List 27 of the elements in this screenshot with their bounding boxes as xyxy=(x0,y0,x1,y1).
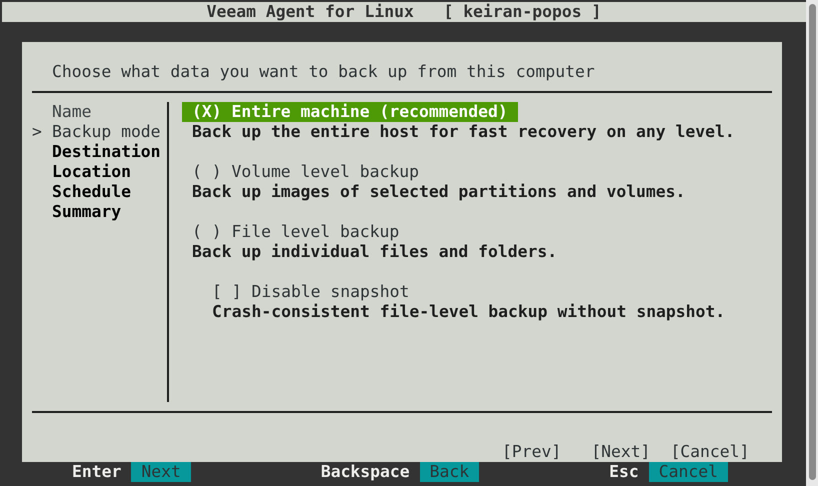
wizard-step[interactable]: Destination xyxy=(32,142,161,162)
option-description: Crash-consistent file-level backup without snapshot. xyxy=(211,302,726,322)
shortcut-action[interactable]: Cancel xyxy=(648,462,728,482)
scrollbar[interactable] xyxy=(806,0,818,486)
radio-option[interactable]: (X) Entire machine (recommended) xyxy=(182,102,518,122)
shortcut-key: Backspace xyxy=(320,462,410,482)
shortcut-action[interactable]: Next xyxy=(131,462,191,482)
wizard-step[interactable]: Schedule xyxy=(32,182,131,202)
wizard-step[interactable]: Name xyxy=(32,102,92,122)
scrollbar-thumb[interactable] xyxy=(808,4,816,480)
option-description: Back up images of selected partitions and volumes. xyxy=(191,182,686,202)
dialog-button[interactable]: [Cancel] xyxy=(670,442,750,462)
option-description: Back up individual files and folders. xyxy=(191,242,558,262)
shortcut-action[interactable]: Back xyxy=(420,462,480,482)
option-description: Back up the entire host for fast recovery on any level. xyxy=(191,122,735,142)
window-title: Veeam Agent for Linux [ keiran-popos ] xyxy=(206,2,602,22)
shortcut-key: Enter xyxy=(72,462,122,482)
wizard-step[interactable]: > Backup mode xyxy=(32,122,161,142)
dialog-button[interactable]: [Prev] xyxy=(502,442,562,462)
checkbox-option[interactable]: [ ] Disable snapshot xyxy=(202,282,420,302)
wizard-step[interactable]: Summary xyxy=(32,202,122,222)
radio-option[interactable]: ( ) File level backup xyxy=(182,222,410,242)
dialog-heading: Choose what data you want to back up from this computer xyxy=(52,62,595,81)
wizard-step[interactable]: Location xyxy=(32,162,131,182)
shortcut-key: Esc xyxy=(609,462,639,482)
radio-option[interactable]: ( ) Volume level backup xyxy=(182,162,429,182)
dialog-button[interactable]: [Next] xyxy=(591,442,650,462)
